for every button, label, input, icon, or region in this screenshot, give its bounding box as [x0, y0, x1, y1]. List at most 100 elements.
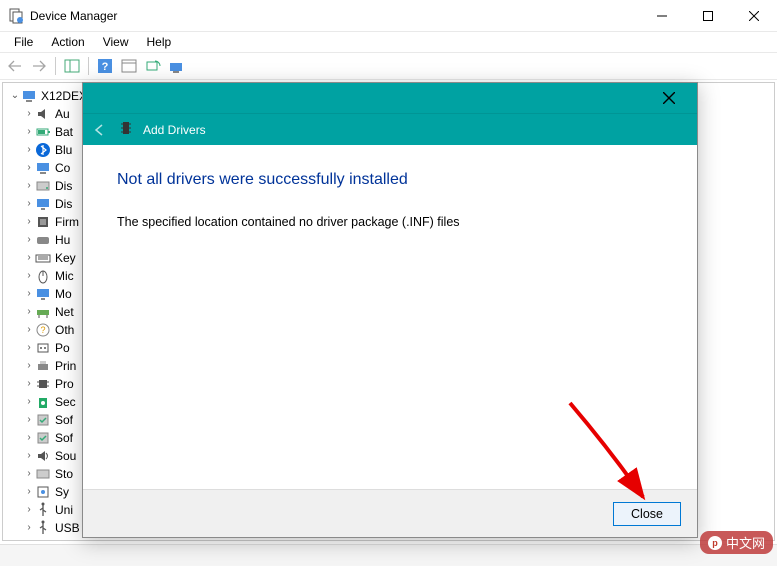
- computer-icon: [35, 160, 51, 176]
- chevron-right-icon: ›: [23, 357, 35, 375]
- menu-file[interactable]: File: [6, 33, 41, 51]
- tree-category-label: Prin: [55, 357, 76, 375]
- printer-icon: [35, 358, 51, 374]
- tree-category-label: Mo: [55, 285, 72, 303]
- ports-icon: [35, 340, 51, 356]
- dialog-footer: Close: [83, 489, 697, 537]
- chevron-right-icon: ›: [23, 483, 35, 501]
- chevron-right-icon: ›: [23, 321, 35, 339]
- chevron-right-icon: ›: [23, 519, 35, 537]
- watermark-text: 中文网: [726, 533, 765, 552]
- svg-text:?: ?: [40, 325, 45, 335]
- chevron-down-icon: ⌄: [9, 87, 21, 105]
- tree-category-label: Oth: [55, 321, 74, 339]
- chevron-right-icon: ›: [23, 213, 35, 231]
- tree-category-label: Net: [55, 303, 74, 321]
- software-icon: [35, 412, 51, 428]
- chevron-right-icon: ›: [23, 231, 35, 249]
- tree-category-label: Sof: [55, 429, 73, 447]
- dialog-header: Add Drivers: [83, 113, 697, 145]
- tree-root-label: X12DEX: [41, 87, 87, 105]
- keyboard-icon: [35, 250, 51, 266]
- tree-category-label: Dis: [55, 177, 72, 195]
- chevron-right-icon: ›: [23, 105, 35, 123]
- minimize-button[interactable]: [639, 0, 685, 32]
- chevron-right-icon: ›: [23, 393, 35, 411]
- window-title: Device Manager: [30, 9, 639, 23]
- battery-icon: [35, 124, 51, 140]
- chevron-right-icon: ›: [23, 141, 35, 159]
- usb-icon: [35, 520, 51, 536]
- storage-icon: [35, 466, 51, 482]
- software-icon: [35, 430, 51, 446]
- chevron-right-icon: ›: [23, 447, 35, 465]
- chevron-right-icon: ›: [23, 285, 35, 303]
- app-icon: [8, 8, 24, 24]
- svg-text:?: ?: [102, 61, 109, 73]
- tree-category-label: Dis: [55, 195, 72, 213]
- menu-view[interactable]: View: [95, 33, 137, 51]
- tree-category-label: Mic: [55, 267, 74, 285]
- tree-category-label: Hu: [55, 231, 70, 249]
- dialog-wizard-title: Add Drivers: [143, 123, 206, 137]
- forward-button[interactable]: [28, 55, 50, 77]
- back-button[interactable]: [4, 55, 26, 77]
- firmware-icon: [35, 214, 51, 230]
- system-icon: [35, 484, 51, 500]
- close-button[interactable]: [731, 0, 777, 32]
- display-icon: [35, 196, 51, 212]
- tree-category-label: Uni: [55, 501, 73, 519]
- tree-category-label: Po: [55, 339, 70, 357]
- show-hide-tree-button[interactable]: [61, 55, 83, 77]
- properties-button[interactable]: [118, 55, 140, 77]
- dialog-titlebar: [83, 83, 697, 113]
- tree-category-label: Firm: [55, 213, 79, 231]
- processor-icon: [35, 376, 51, 392]
- add-hardware-button[interactable]: [166, 55, 188, 77]
- chevron-right-icon: ›: [23, 267, 35, 285]
- disk-icon: [35, 178, 51, 194]
- titlebar: Device Manager: [0, 0, 777, 32]
- hid-icon: [35, 232, 51, 248]
- chevron-right-icon: ›: [23, 465, 35, 483]
- chevron-right-icon: ›: [23, 123, 35, 141]
- chevron-right-icon: ›: [23, 249, 35, 267]
- chevron-right-icon: ›: [23, 501, 35, 519]
- watermark: p 中文网: [700, 531, 773, 554]
- security-icon: [35, 394, 51, 410]
- scan-button[interactable]: [142, 55, 164, 77]
- menu-action[interactable]: Action: [43, 33, 92, 51]
- mouse-icon: [35, 268, 51, 284]
- dialog-close-icon[interactable]: [649, 83, 689, 113]
- menu-help[interactable]: Help: [139, 33, 180, 51]
- tree-category-label: Blu: [55, 141, 72, 159]
- tree-category-label: Sec: [55, 393, 76, 411]
- dialog-heading: Not all drivers were successfully instal…: [117, 171, 663, 189]
- computer-icon: [21, 88, 37, 104]
- dialog-body: Not all drivers were successfully instal…: [83, 145, 697, 489]
- chevron-right-icon: ›: [23, 159, 35, 177]
- tree-category-label: Bat: [55, 123, 73, 141]
- driver-chip-icon: [119, 120, 133, 139]
- dialog-back-icon[interactable]: [91, 121, 109, 139]
- bluetooth-icon: [35, 142, 51, 158]
- tree-category-label: Sou: [55, 447, 76, 465]
- maximize-button[interactable]: [685, 0, 731, 32]
- php-icon: p: [708, 536, 722, 550]
- chevron-right-icon: ›: [23, 429, 35, 447]
- separator: [55, 57, 56, 75]
- other-icon: ?: [35, 322, 51, 338]
- tree-category-label: Au: [55, 105, 70, 123]
- chevron-right-icon: ›: [23, 177, 35, 195]
- statusbar: [0, 544, 777, 566]
- audio-icon: [35, 106, 51, 122]
- close-button[interactable]: Close: [613, 502, 681, 526]
- menubar: File Action View Help: [0, 32, 777, 52]
- dialog-message: The specified location contained no driv…: [117, 215, 663, 229]
- tree-category-label: Co: [55, 159, 70, 177]
- help-button[interactable]: ?: [94, 55, 116, 77]
- window-controls: [639, 0, 777, 32]
- tree-category-label: Sof: [55, 411, 73, 429]
- chevron-right-icon: ›: [23, 303, 35, 321]
- network-icon: [35, 304, 51, 320]
